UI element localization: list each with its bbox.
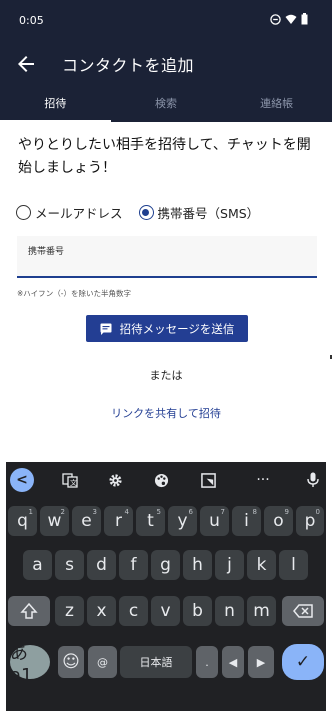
radio-sms-label[interactable]: 携帯番号（SMS）	[158, 203, 260, 222]
app-bar: コンタクトを追加	[0, 40, 332, 86]
key-h[interactable]: h	[183, 550, 212, 580]
message-icon	[100, 323, 112, 335]
key-b[interactable]: b	[183, 596, 212, 626]
key-a[interactable]: a	[23, 550, 52, 580]
tab-search[interactable]: 検索	[111, 86, 222, 122]
status-bar: 0:05	[0, 0, 332, 40]
key-c[interactable]: c	[119, 596, 148, 626]
send-invite-button[interactable]: 招待メッセージを送信	[86, 315, 248, 342]
space-key[interactable]: 日本語	[120, 646, 192, 678]
share-link-button[interactable]: リンクを共有して招待	[0, 405, 332, 421]
key-w[interactable]: w2	[40, 506, 69, 536]
soft-keyboard: < 文 ··· q1 w2 e3 r4 t5 y6 u7 i8 o9 p0 a …	[6, 462, 326, 711]
key-m[interactable]: m	[247, 596, 276, 626]
key-j[interactable]: j	[215, 550, 244, 580]
key-d[interactable]: d	[87, 550, 116, 580]
phone-hint: ※ハイフン（-）を除いた半角数字	[17, 289, 131, 298]
key-k[interactable]: k	[247, 550, 276, 580]
status-time: 0:05	[19, 14, 44, 27]
enter-key[interactable]: ✓	[282, 644, 324, 680]
tab-invite[interactable]: 招待	[0, 86, 111, 122]
translate-icon[interactable]: 文	[58, 468, 82, 492]
key-p[interactable]: p0	[296, 506, 324, 536]
send-invite-label: 招待メッセージを送信	[119, 321, 235, 336]
svg-text:文: 文	[70, 478, 77, 487]
floating-keyboard-icon[interactable]	[196, 468, 220, 492]
backspace-icon	[293, 604, 313, 618]
contact-method-group: メールアドレス 携帯番号（SMS）	[16, 203, 275, 222]
key-z[interactable]: z	[55, 596, 84, 626]
key-g[interactable]: g	[151, 550, 180, 580]
key-u[interactable]: u7	[200, 506, 229, 536]
key-e[interactable]: e3	[72, 506, 101, 536]
radio-email[interactable]	[16, 205, 31, 220]
radio-sms[interactable]	[138, 205, 154, 220]
phone-field-label: 携帯番号	[28, 247, 65, 257]
dnd-icon	[270, 13, 281, 25]
phone-field[interactable]: 携帯番号	[17, 236, 317, 278]
or-separator: または	[149, 369, 183, 382]
key-n[interactable]: n	[215, 596, 244, 626]
shift-icon	[20, 602, 38, 619]
phone-input[interactable]	[28, 258, 308, 274]
at-key[interactable]: @	[88, 646, 117, 678]
key-l[interactable]: l	[279, 550, 308, 580]
key-q[interactable]: q1	[8, 506, 37, 536]
kana-toggle-key[interactable]: あa1	[10, 643, 50, 686]
collapse-keyboard-icon[interactable]: <	[10, 468, 34, 492]
key-i[interactable]: i8	[232, 506, 261, 536]
key-r[interactable]: r4	[104, 506, 133, 536]
period-key[interactable]: .	[196, 646, 218, 678]
back-button[interactable]	[14, 52, 38, 76]
cursor-left-key[interactable]: ◀	[222, 646, 244, 678]
shift-key[interactable]	[8, 596, 50, 626]
page-title: コンタクトを追加	[62, 56, 195, 75]
radio-email-label[interactable]: メールアドレス	[35, 203, 123, 222]
emoji-key[interactable]: ☺	[58, 646, 84, 678]
key-v[interactable]: v	[151, 596, 180, 626]
key-y[interactable]: y6	[168, 506, 197, 536]
intro-text: やりとりしたい相手を招待して、チャットを開始しましょう！	[18, 137, 311, 176]
theme-palette-icon[interactable]	[149, 468, 173, 492]
more-options-icon[interactable]: ···	[251, 468, 275, 492]
tab-contacts[interactable]: 連絡帳	[221, 86, 332, 122]
microphone-icon[interactable]	[301, 468, 325, 492]
wifi-icon	[285, 14, 297, 24]
keyboard-toolbar: < 文 ···	[6, 462, 326, 498]
key-x[interactable]: x	[87, 596, 116, 626]
battery-icon	[301, 13, 308, 25]
key-s[interactable]: s	[55, 550, 84, 580]
key-o[interactable]: o9	[264, 506, 293, 536]
status-icons	[270, 13, 308, 25]
settings-icon[interactable]	[103, 468, 127, 492]
tab-bar: 招待 検索 連絡帳	[0, 86, 332, 122]
key-t[interactable]: t5	[136, 506, 165, 536]
arrow-back-icon	[18, 56, 34, 72]
backspace-key[interactable]	[282, 596, 324, 626]
key-f[interactable]: f	[119, 550, 148, 580]
cursor-right-key[interactable]: ▶	[248, 646, 274, 678]
